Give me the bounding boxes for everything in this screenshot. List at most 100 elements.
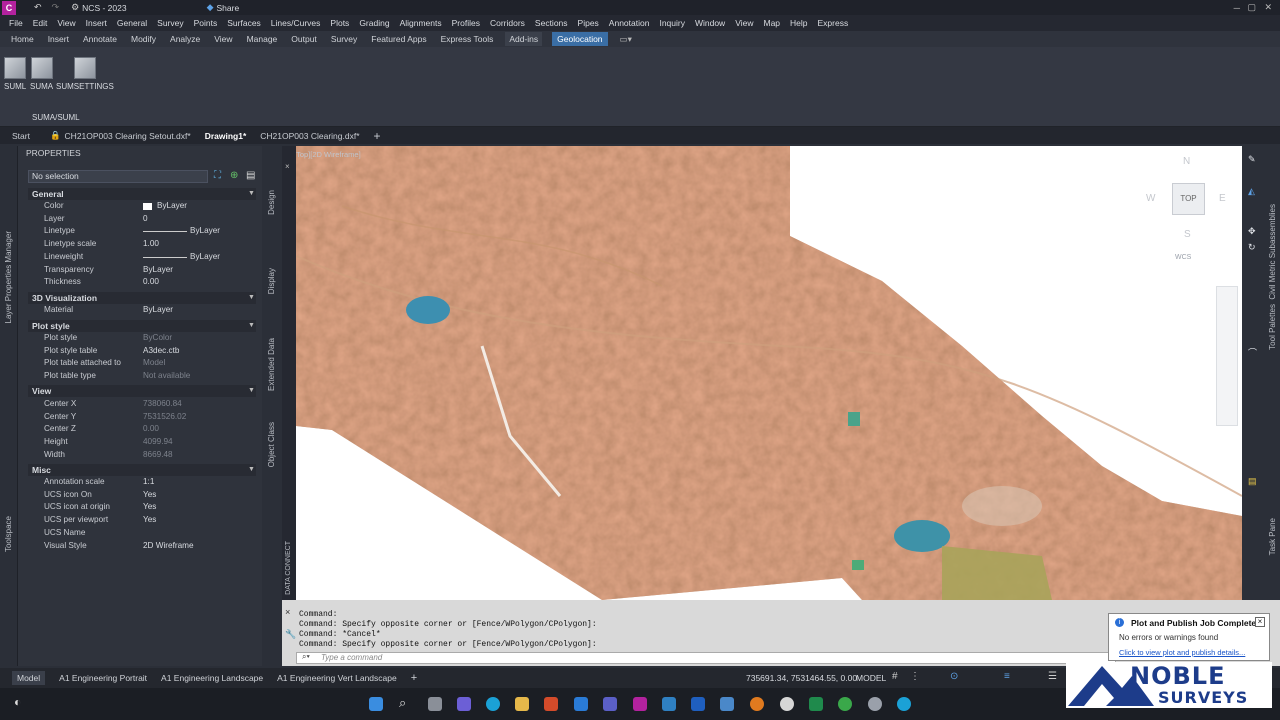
menu-sections[interactable]: Sections	[535, 18, 568, 28]
prop-visual-style[interactable]: Visual Style 2D Wireframe	[28, 540, 256, 553]
tool-icon-1[interactable]: ◭	[1248, 186, 1255, 197]
wcs-menu[interactable]: WCS	[1175, 254, 1191, 261]
share-icon[interactable]: ◆	[207, 2, 214, 13]
tab-add-ins[interactable]: Add-ins	[505, 32, 543, 46]
suma-button[interactable]: SUMA	[30, 57, 53, 91]
security-icon[interactable]	[691, 697, 705, 711]
prop-center-y[interactable]: Center Y 7531526.02	[28, 411, 256, 424]
quick-select-icon[interactable]: ⛶	[214, 170, 221, 181]
tab-design[interactable]: Design	[267, 190, 276, 215]
prop-lineweight[interactable]: Lineweight ByLayer	[28, 251, 256, 264]
prop-ucs-icon-origin[interactable]: UCS icon at origin Yes	[28, 501, 256, 514]
prop-ucs-per-viewport[interactable]: UCS per viewport Yes	[28, 514, 256, 527]
task-pane-tab[interactable]: Task Pane	[1268, 518, 1277, 555]
ribbon-options-icon[interactable]: ▭▾	[618, 33, 634, 46]
navigation-bar[interactable]	[1216, 286, 1238, 426]
app-icon-2[interactable]	[868, 697, 882, 711]
lineweight-icon[interactable]: ≡	[1004, 671, 1010, 682]
civil3d-icon[interactable]	[633, 697, 647, 711]
new-tab-icon[interactable]: +	[374, 129, 381, 143]
menu-window[interactable]: Window	[695, 18, 725, 28]
layout-tab-a1-portrait[interactable]: A1 Engineering Portrait	[59, 673, 147, 683]
doc-tab-setout[interactable]: CH21OP003 Clearing Setout.dxf*	[65, 131, 191, 141]
layout-tab-model[interactable]: Model	[12, 671, 46, 685]
model-space-button[interactable]: MODEL	[856, 673, 886, 683]
tab-annotate[interactable]: Annotate	[81, 33, 119, 45]
layout-tab-a1-landscape[interactable]: A1 Engineering Landscape	[161, 673, 263, 683]
data-connect-tab[interactable]: DATA CONNECT	[285, 541, 292, 595]
menu-view[interactable]: View	[57, 18, 75, 28]
coordinates-readout[interactable]: 735691.34, 7531464.55, 0.00	[746, 673, 857, 683]
office-icon[interactable]	[544, 697, 558, 711]
civil-subassemblies-tab[interactable]: Civil Metric Subassemblies	[1268, 204, 1277, 300]
prop-color[interactable]: Color ByLayer	[28, 200, 256, 213]
viewport-close-icon[interactable]: ×	[285, 162, 290, 171]
section-view[interactable]: View	[28, 385, 256, 397]
menu-insert[interactable]: Insert	[86, 18, 107, 28]
tab-featured-apps[interactable]: Featured Apps	[369, 33, 428, 45]
prop-annotation-scale[interactable]: Annotation scale 1:1	[28, 476, 256, 489]
tab-insert[interactable]: Insert	[46, 33, 71, 45]
tab-object-class[interactable]: Object Class	[267, 422, 276, 467]
tab-analyze[interactable]: Analyze	[168, 33, 202, 45]
file-explorer-icon[interactable]	[515, 697, 529, 711]
edge-icon[interactable]	[486, 697, 500, 711]
tab-display[interactable]: Display	[267, 268, 276, 294]
menu-profiles[interactable]: Profiles	[452, 18, 480, 28]
section-general[interactable]: General	[28, 188, 256, 200]
menu-map[interactable]: Map	[763, 18, 780, 28]
share-button[interactable]: Share	[217, 3, 240, 13]
app-icon-1[interactable]	[662, 697, 676, 711]
move-icon[interactable]: ✥	[1248, 226, 1256, 237]
collapse-plot-icon[interactable]: ▼	[248, 322, 255, 329]
prop-ucs-icon-on[interactable]: UCS icon On Yes	[28, 489, 256, 502]
command-input[interactable]: Type a command	[296, 652, 1116, 664]
plot-publish-notification[interactable]: i Plot and Publish Job Complete × No err…	[1108, 613, 1270, 661]
prop-ucs-name[interactable]: UCS Name	[28, 527, 256, 540]
tab-express-tools[interactable]: Express Tools	[439, 33, 496, 45]
app-logo[interactable]: C	[2, 0, 16, 15]
menu-pipes[interactable]: Pipes	[578, 18, 599, 28]
suml-button[interactable]: SUML	[4, 57, 26, 91]
outlook-icon[interactable]	[574, 697, 588, 711]
qgis-icon[interactable]	[838, 697, 852, 711]
drawing-viewport[interactable]: [Top][2D Wireframe] N W E S TOP WCS	[282, 146, 1242, 600]
tab-modify[interactable]: Modify	[129, 33, 158, 45]
menu-view-2[interactable]: View	[735, 18, 753, 28]
menu-annotation[interactable]: Annotation	[609, 18, 650, 28]
menu-points[interactable]: Points	[194, 18, 218, 28]
menu-edit[interactable]: Edit	[33, 18, 48, 28]
redo-icon[interactable]: ↷	[52, 2, 60, 13]
selection-dropdown[interactable]: No selection	[28, 170, 208, 183]
customize-icon[interactable]: ☰	[1048, 671, 1057, 682]
maximize-icon[interactable]: ▢	[1247, 2, 1256, 13]
viewcube-top[interactable]: TOP	[1172, 183, 1205, 215]
pickadd-icon[interactable]: ▤	[246, 170, 255, 181]
prop-transparency[interactable]: Transparency ByLayer	[28, 264, 256, 277]
collapse-misc-icon[interactable]: ▼	[248, 466, 255, 473]
polar-icon[interactable]: ⊙	[950, 671, 958, 682]
section-plot-style[interactable]: Plot style	[28, 320, 256, 332]
tab-survey[interactable]: Survey	[329, 33, 359, 45]
grid-icon[interactable]: #	[892, 671, 898, 682]
add-layout-icon[interactable]: +	[411, 672, 417, 684]
teams-icon[interactable]	[603, 697, 617, 711]
collapse-general-icon[interactable]: ▼	[248, 190, 255, 197]
teams-chat-icon[interactable]	[457, 697, 471, 711]
prop-plot-table-type[interactable]: Plot table type Not available	[28, 370, 256, 383]
system-icon[interactable]: ◐	[14, 695, 21, 709]
collapse-viz-icon[interactable]: ▼	[248, 294, 255, 301]
tab-output[interactable]: Output	[289, 33, 319, 45]
undo-icon[interactable]: ↶	[34, 2, 42, 13]
viewcube-west[interactable]: W	[1146, 193, 1155, 204]
prop-linetype[interactable]: Linetype ByLayer	[28, 225, 256, 238]
menu-lines-curves[interactable]: Lines/Curves	[271, 18, 321, 28]
media-icon[interactable]	[780, 697, 794, 711]
gear-icon[interactable]: ⚙	[71, 2, 79, 13]
excel-icon[interactable]	[809, 697, 823, 711]
viewcube-north[interactable]: N	[1183, 156, 1190, 167]
viewcube-south[interactable]: S	[1184, 229, 1191, 240]
notification-details-link[interactable]: Click to view plot and publish details..…	[1119, 648, 1245, 657]
menu-grading[interactable]: Grading	[359, 18, 389, 28]
command-settings-icon[interactable]: 🔧	[285, 630, 296, 640]
